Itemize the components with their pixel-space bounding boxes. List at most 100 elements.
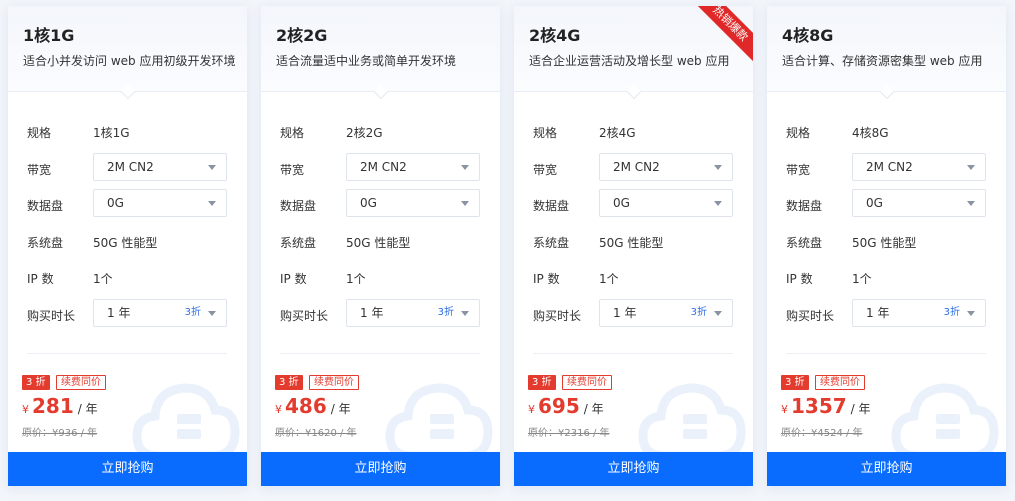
- data-disk-value: 0G: [107, 196, 124, 210]
- caret-down-icon: [967, 165, 975, 170]
- buy-now-button[interactable]: 立即抢购: [514, 452, 753, 486]
- spec-label: 规格: [533, 126, 558, 140]
- card-description: 适合小并发访问 web 应用初级开发环境: [23, 54, 236, 68]
- card-title: 2核2G: [276, 26, 328, 45]
- discount-badge: 3 折: [22, 375, 50, 390]
- currency-symbol: ¥: [528, 403, 535, 416]
- data-disk-select[interactable]: 0G: [93, 189, 227, 217]
- buy-now-button[interactable]: 立即抢购: [767, 452, 1006, 486]
- system-disk-value: 50G 性能型: [346, 236, 411, 250]
- system-disk-value: 50G 性能型: [852, 236, 917, 250]
- spec-value: 2核4G: [599, 126, 636, 140]
- renew-same-price-badge: 续费同价: [815, 375, 865, 390]
- discount-badge: 3 折: [528, 375, 556, 390]
- original-price: 原价：¥4524 / 年: [781, 428, 863, 439]
- duration-discount: 3折: [184, 307, 201, 318]
- bandwidth-select[interactable]: 2M CN2: [599, 153, 733, 181]
- price-row: ¥281/ 年: [22, 394, 98, 418]
- ip-count-label: IP 数: [280, 272, 307, 286]
- system-disk-label: 系统盘: [786, 236, 823, 250]
- card-header: 4核8G 适合计算、存储资源密集型 web 应用: [767, 6, 1006, 100]
- card-title: 1核1G: [23, 26, 75, 45]
- duration-label: 购买时长: [786, 309, 835, 323]
- caret-down-icon: [461, 311, 469, 316]
- bandwidth-select[interactable]: 2M CN2: [852, 153, 986, 181]
- bandwidth-label: 带宽: [533, 163, 558, 177]
- data-disk-value: 0G: [360, 196, 377, 210]
- duration-label: 购买时长: [27, 309, 76, 323]
- data-disk-label: 数据盘: [786, 199, 823, 213]
- price-value: 695: [538, 394, 580, 418]
- price-row: ¥695/ 年: [528, 394, 604, 418]
- data-disk-select[interactable]: 0G: [599, 189, 733, 217]
- ip-count-label: IP 数: [786, 272, 813, 286]
- spec-value: 2核2G: [346, 126, 383, 140]
- card-description: 适合流量适中业务或简单开发环境: [276, 54, 457, 68]
- bandwidth-label: 带宽: [786, 163, 811, 177]
- caret-down-icon: [714, 165, 722, 170]
- card-title: 4核8G: [782, 26, 834, 45]
- ip-count-value: 1个: [93, 272, 113, 286]
- ip-count-value: 1个: [599, 272, 619, 286]
- bandwidth-select[interactable]: 2M CN2: [346, 153, 480, 181]
- bandwidth-label: 带宽: [280, 163, 305, 177]
- pricing-card-2c2g: 2核2G 适合流量适中业务或简单开发环境 规格 2核2G 带宽 2M CN2 数…: [261, 6, 500, 486]
- card-description: 适合计算、存储资源密集型 web 应用: [782, 54, 983, 68]
- duration-select[interactable]: 1 年 3折: [93, 299, 227, 327]
- currency-symbol: ¥: [275, 403, 282, 416]
- bandwidth-label: 带宽: [27, 163, 52, 177]
- duration-value: 1 年: [360, 306, 384, 320]
- divider: [27, 353, 227, 354]
- discount-badge: 3 折: [781, 375, 809, 390]
- divider: [786, 353, 986, 354]
- duration-discount: 3折: [437, 307, 454, 318]
- data-disk-select[interactable]: 0G: [346, 189, 480, 217]
- header-notch: [373, 84, 388, 100]
- header-notch: [120, 84, 135, 100]
- buy-now-button[interactable]: 立即抢购: [261, 452, 500, 486]
- system-disk-label: 系统盘: [533, 236, 570, 250]
- original-price: 原价：¥2316 / 年: [528, 428, 610, 439]
- bandwidth-value: 2M CN2: [107, 160, 154, 174]
- caret-down-icon: [208, 201, 216, 206]
- spec-value: 4核8G: [852, 126, 889, 140]
- data-disk-value: 0G: [866, 196, 883, 210]
- system-disk-value: 50G 性能型: [93, 236, 158, 250]
- price-unit: / 年: [850, 402, 871, 416]
- duration-discount: 3折: [943, 307, 960, 318]
- ip-count-value: 1个: [852, 272, 872, 286]
- system-disk-value: 50G 性能型: [599, 236, 664, 250]
- duration-value: 1 年: [866, 306, 890, 320]
- discount-badge: 3 折: [275, 375, 303, 390]
- duration-select[interactable]: 1 年 3折: [346, 299, 480, 327]
- duration-select[interactable]: 1 年 3折: [852, 299, 986, 327]
- caret-down-icon: [208, 311, 216, 316]
- spec-value: 1核1G: [93, 126, 130, 140]
- caret-down-icon: [714, 311, 722, 316]
- data-disk-value: 0G: [613, 196, 630, 210]
- ip-count-value: 1个: [346, 272, 366, 286]
- data-disk-select[interactable]: 0G: [852, 189, 986, 217]
- card-header: 2核2G 适合流量适中业务或简单开发环境: [261, 6, 500, 100]
- ip-count-label: IP 数: [533, 272, 560, 286]
- caret-down-icon: [967, 311, 975, 316]
- card-description: 适合企业运营活动及增长型 web 应用: [529, 54, 730, 68]
- caret-down-icon: [461, 165, 469, 170]
- divider: [533, 353, 733, 354]
- header-notch: [879, 84, 894, 100]
- data-disk-label: 数据盘: [280, 199, 317, 213]
- buy-now-button[interactable]: 立即抢购: [8, 452, 247, 486]
- system-disk-label: 系统盘: [27, 236, 64, 250]
- card-header: 1核1G 适合小并发访问 web 应用初级开发环境: [8, 6, 247, 100]
- spec-label: 规格: [280, 126, 305, 140]
- bandwidth-select[interactable]: 2M CN2: [93, 153, 227, 181]
- duration-select[interactable]: 1 年 3折: [599, 299, 733, 327]
- original-price: 原价：¥936 / 年: [22, 428, 98, 439]
- bandwidth-value: 2M CN2: [866, 160, 913, 174]
- duration-value: 1 年: [107, 306, 131, 320]
- price-row: ¥1357/ 年: [781, 394, 871, 418]
- caret-down-icon: [208, 165, 216, 170]
- spec-label: 规格: [786, 126, 811, 140]
- pricing-card-2c4g: 2核4G 适合企业运营活动及增长型 web 应用 热销爆款 规格 2核4G 带宽…: [514, 6, 753, 486]
- pricing-card-4c8g: 4核8G 适合计算、存储资源密集型 web 应用 规格 4核8G 带宽 2M C…: [767, 6, 1006, 486]
